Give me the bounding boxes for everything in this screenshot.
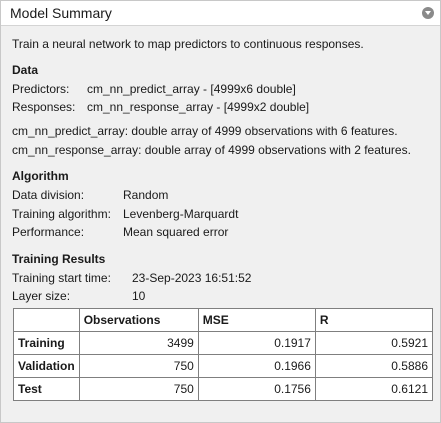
data-division-value: Random — [123, 188, 169, 202]
performance-label: Performance: — [12, 225, 85, 239]
training-algorithm-value: Levenberg-Marquardt — [123, 207, 239, 221]
table-header-corner — [13, 308, 80, 332]
table-header-row: Observations MSE R — [13, 308, 434, 332]
table-header-mse: MSE — [197, 308, 316, 332]
cell-r: 0.6121 — [314, 377, 434, 401]
row-name: Test — [13, 377, 80, 401]
predictors-value: cm_nn_predict_array - [4999x6 double] — [87, 82, 296, 96]
table-row: Test 750 0.1756 0.6121 — [13, 377, 434, 401]
cell-mse: 0.1966 — [197, 354, 316, 378]
table-header-observations: Observations — [78, 308, 199, 332]
cell-observations: 750 — [78, 354, 199, 378]
performance-value: Mean squared error — [123, 225, 229, 239]
model-summary-panel: Model Summary Train a neural network to … — [0, 0, 441, 423]
training-algorithm-label: Training algorithm: — [12, 207, 111, 221]
data-heading: Data — [12, 63, 39, 77]
training-start-value: 23-Sep-2023 16:51:52 — [132, 271, 252, 285]
layer-size-label: Layer size: — [12, 289, 71, 303]
response-array-description: cm_nn_response_array: double array of 49… — [12, 143, 411, 157]
table-row: Training 3499 0.1917 0.5921 — [13, 331, 434, 355]
results-table: Observations MSE R Training 3499 0.1917 … — [13, 308, 434, 401]
predict-array-description: cm_nn_predict_array: double array of 499… — [12, 124, 398, 138]
predictors-label: Predictors: — [12, 82, 70, 96]
collapse-chevron-icon[interactable] — [422, 7, 434, 19]
cell-mse: 0.1917 — [197, 331, 316, 355]
cell-mse: 0.1756 — [197, 377, 316, 401]
cell-r: 0.5886 — [314, 354, 434, 378]
responses-value: cm_nn_response_array - [4999x2 double] — [87, 100, 310, 114]
layer-size-value: 10 — [132, 289, 146, 303]
table-header-r: R — [314, 308, 434, 332]
training-results-heading: Training Results — [12, 252, 106, 266]
cell-observations: 750 — [78, 377, 199, 401]
table-row: Validation 750 0.1966 0.5886 — [13, 354, 434, 378]
cell-observations: 3499 — [78, 331, 199, 355]
row-name: Validation — [13, 354, 80, 378]
panel-titlebar: Model Summary — [1, 1, 440, 26]
cell-r: 0.5921 — [314, 331, 434, 355]
panel-description: Train a neural network to map predictors… — [12, 37, 364, 51]
training-start-label: Training start time: — [12, 271, 111, 285]
data-division-label: Data division: — [12, 188, 85, 202]
algorithm-heading: Algorithm — [12, 169, 69, 183]
panel-title: Model Summary — [10, 5, 112, 21]
responses-label: Responses: — [12, 100, 76, 114]
row-name: Training — [13, 331, 80, 355]
